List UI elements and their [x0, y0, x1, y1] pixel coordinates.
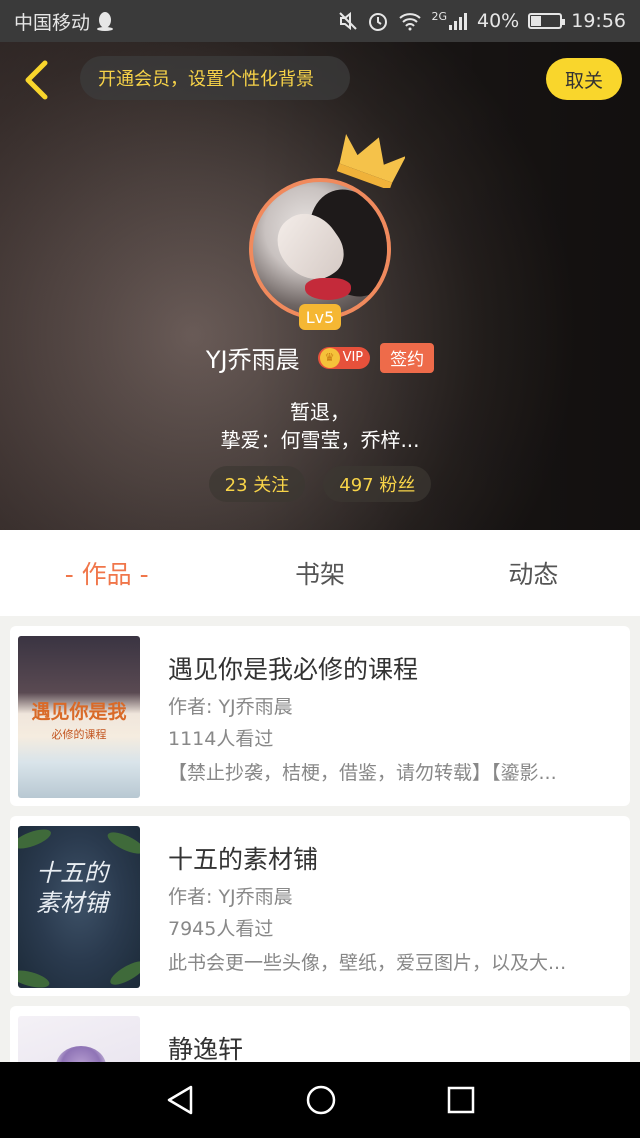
- book-card[interactable]: 遇见你是我 必修的课程 遇见你是我必修的课程 作者: YJ乔雨晨 1114人看过…: [10, 626, 630, 806]
- signed-badge: 签约: [380, 342, 435, 373]
- cover-leaf: [18, 967, 52, 988]
- book-author: 作者: YJ乔雨晨: [168, 696, 293, 718]
- book-cover: 十五的素材铺: [18, 826, 140, 988]
- cover-leaf: [104, 828, 140, 858]
- cover-flower: [56, 1046, 106, 1062]
- username: YJ乔雨晨: [205, 346, 300, 374]
- cover-title: 遇见你是我: [31, 701, 127, 723]
- book-description: 此书会更一些头像，壁纸，爱豆图片，以及大...: [168, 952, 567, 974]
- book-author: 作者: YJ乔雨晨: [168, 886, 293, 908]
- book-cover: 遇见你是我 必修的课程: [18, 636, 140, 798]
- avatar-bow: [305, 278, 351, 300]
- stats-row: 23 关注 497 粉丝: [0, 466, 640, 502]
- cover-leaf: [107, 956, 140, 988]
- signal-icon: [449, 13, 467, 30]
- carrier-name: 中国移动: [14, 11, 91, 34]
- book-description: 【禁止抄袭，桔梗，借鉴，请勿转载】【鎏影...: [168, 762, 557, 784]
- tab-works[interactable]: - 作品 -: [0, 555, 213, 591]
- profile-header: 开通会员，设置个性化背景 取关 Lv5 YJ乔雨晨 ♛ VIP 签约 暂退， 挚…: [0, 42, 640, 530]
- clock: 19:56: [571, 10, 626, 32]
- book-views: 7945人看过: [168, 918, 274, 940]
- carrier-group: 中国移动: [14, 8, 114, 35]
- crown-icon: [337, 133, 405, 188]
- user-bio: 暂退， 挚爱：何雪莹，乔梓...: [0, 398, 640, 454]
- book-title: 十五的素材铺: [168, 845, 319, 874]
- vip-badge[interactable]: ♛ VIP: [317, 346, 371, 369]
- book-card[interactable]: 十五的素材铺 十五的素材铺 作者: YJ乔雨晨 7945人看过 此书会更一些头像…: [10, 816, 630, 996]
- book-card[interactable]: 静逸轩: [10, 1006, 630, 1062]
- book-title: 遇见你是我必修的课程: [168, 655, 419, 684]
- avatar[interactable]: [249, 178, 391, 320]
- name-row: YJ乔雨晨 ♛ VIP 签约: [0, 340, 640, 375]
- tab-activity[interactable]: 动态: [427, 555, 640, 591]
- battery-fill: [531, 16, 542, 26]
- vip-label: VIP: [342, 350, 364, 365]
- bio-line-2: 挚爱：何雪莹，乔梓...: [220, 428, 420, 452]
- wifi-icon: [399, 13, 422, 31]
- back-arrow-icon: [25, 60, 48, 100]
- avatar-group: Lv5: [249, 133, 405, 330]
- followers-count[interactable]: 497 粉丝: [323, 466, 432, 502]
- bio-line-1: 暂退，: [290, 400, 350, 424]
- vip-banner[interactable]: 开通会员，设置个性化背景: [80, 56, 350, 100]
- qq-icon: [97, 12, 114, 31]
- book-views: 1114人看过: [168, 728, 274, 750]
- following-count[interactable]: 23 关注: [208, 466, 306, 502]
- battery-percent: 40%: [477, 10, 520, 32]
- nav-recents-icon[interactable]: [447, 1086, 475, 1114]
- level-badge: Lv5: [299, 304, 341, 330]
- unfollow-button[interactable]: 取关: [546, 58, 622, 100]
- navigation-bar: [0, 1062, 640, 1138]
- book-list: 遇见你是我 必修的课程 遇见你是我必修的课程 作者: YJ乔雨晨 1114人看过…: [0, 616, 640, 1062]
- network-type: 2G: [431, 10, 447, 23]
- tab-bookshelf[interactable]: 书架: [213, 555, 426, 591]
- tab-bar: - 作品 - 书架 动态: [0, 530, 640, 616]
- cover-leaf: [18, 826, 54, 853]
- cover-title: 十五的素材铺: [36, 859, 108, 917]
- nav-home-icon[interactable]: [305, 1084, 337, 1116]
- status-bar: 中国移动 2G 40% 19:56: [0, 0, 640, 42]
- battery-icon: [528, 13, 566, 29]
- book-cover: [18, 1016, 140, 1062]
- crown-coin-icon: ♛: [319, 347, 340, 368]
- status-icons: 2G 40% 19:56: [338, 10, 626, 32]
- book-title: 静逸轩: [168, 1035, 244, 1062]
- alarm-icon: [369, 13, 388, 31]
- cover-subtitle: 必修的课程: [51, 728, 107, 741]
- nav-back-icon[interactable]: [165, 1084, 195, 1116]
- back-button[interactable]: [18, 60, 54, 100]
- mute-icon: [339, 11, 358, 31]
